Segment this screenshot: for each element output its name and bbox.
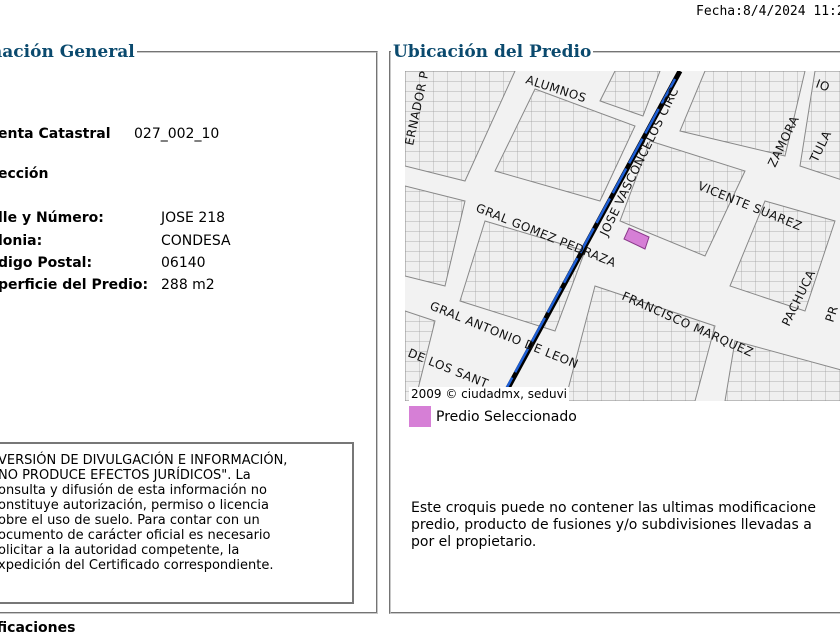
map-copyright: 2009 © ciudadmx, seduvi [409,387,570,401]
direccion-heading: ección [0,166,49,182]
cuenta-catastral-value: 027_002_10 [134,126,220,142]
legend-label: Predio Seleccionado [436,409,577,425]
map-note: Este croquis puede no contener las ultim… [411,500,816,551]
map-svg: ALUMNOS ERNADOR PRO JOSE VASCONCELOS CIR… [405,71,840,401]
footer-heading: ificaciones [0,620,76,636]
selected-parcel-swatch [409,406,431,427]
disclaimer-box: VERSIÓN DE DIVULGACIÓN E INFORMACIÓN, NO… [0,442,354,604]
colonia-value: CONDESA [161,233,231,249]
disclaimer-line: onstituye autorización, permiso o licenc… [0,498,269,513]
disclaimer-line: ocumento de carácter oficial es necesari… [0,528,271,543]
disclaimer-line: NO PRODUCE EFECTOS JURÍDICOS". La [0,468,251,483]
disclaimer-line: xpedición del Certificado correspondient… [0,558,274,573]
disclaimer-line: obre el uso de suelo. Para contar con un [0,513,260,528]
colonia-label: lonia: [0,233,43,249]
superficie-value: 288 m2 [161,277,215,293]
note-line: Este croquis puede no contener las ultim… [411,500,816,516]
cuenta-catastral-label: enta Catastral [0,126,111,142]
note-line: por el propietario. [411,534,537,550]
disclaimer-line: VERSIÓN DE DIVULGACIÓN E INFORMACIÓN, [0,453,288,468]
street-label-pr: PR [823,304,840,324]
general-info-title: ormación General [0,42,135,62]
location-title: Ubicación del Predio [393,42,592,62]
disclaimer-line: olicitar a la autoridad competente, la [0,543,240,558]
location-map[interactable]: ALUMNOS ERNADOR PRO JOSE VASCONCELOS CIR… [405,71,840,401]
codigo-postal-label: digo Postal: [0,255,93,271]
superficie-label: perficie del Predio: [0,277,149,293]
date-stamp: Fecha:8/4/2024 11:2 [696,4,840,19]
disclaimer-line: onsulta y difusión de esta información n… [0,483,267,498]
codigo-postal-value: 06140 [161,255,206,271]
calle-value: JOSE 218 [161,210,226,226]
note-line: predio, producto de fusiones y/o subdivi… [411,517,812,533]
calle-label: lle y Número: [0,210,104,226]
map-blocks [405,71,840,401]
